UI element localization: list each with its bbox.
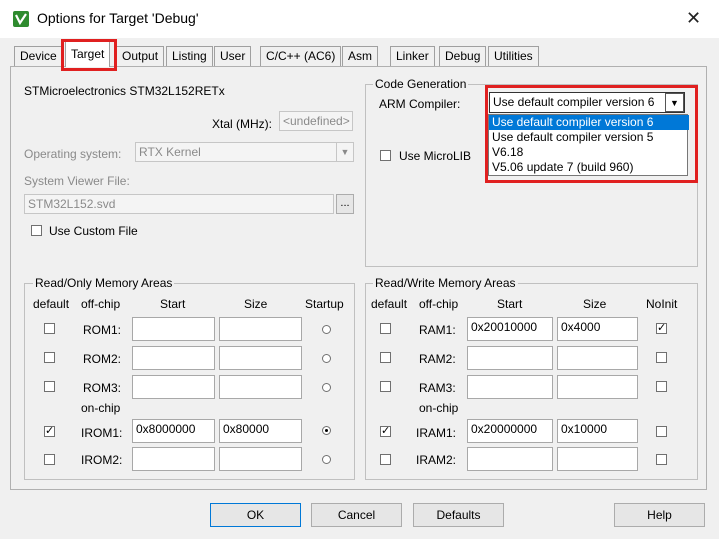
tab-user[interactable]: User xyxy=(214,46,252,66)
ro-memory-title: Read/Only Memory Areas xyxy=(33,276,175,290)
ro-size-input[interactable] xyxy=(219,375,302,399)
use-microlib-label: Use MicroLIB xyxy=(399,149,472,163)
ro-row-name: IROM1: xyxy=(81,426,123,440)
defaults-button[interactable]: Defaults xyxy=(413,503,504,527)
tab-listing[interactable]: Listing xyxy=(166,46,213,66)
rw-noinit-checkbox[interactable] xyxy=(656,454,667,465)
rw-row-name: RAM3: xyxy=(419,381,456,395)
ro-header-default: default xyxy=(33,297,70,311)
code-generation-title: Code Generation xyxy=(373,77,469,91)
tab-debug[interactable]: Debug xyxy=(439,46,487,66)
rw-size-input[interactable] xyxy=(557,375,638,399)
rw-onchip-label: on-chip xyxy=(419,401,459,415)
ro-default-checkbox[interactable] xyxy=(44,323,55,334)
rw-header-default: default xyxy=(371,297,408,311)
rw-header-start: Start xyxy=(497,297,523,311)
ro-onchip-label: on-chip xyxy=(81,401,121,415)
rw-row-name: IRAM2: xyxy=(416,453,457,467)
ro-header-startup: Startup xyxy=(305,297,344,311)
os-select-value: RTX Kernel xyxy=(139,145,201,159)
ro-start-input[interactable] xyxy=(132,375,215,399)
ro-start-input[interactable] xyxy=(132,447,215,471)
tab-cc-ac6[interactable]: C/C++ (AC6) xyxy=(260,46,342,66)
rw-header-offchip: off-chip xyxy=(419,297,459,311)
ro-row-name: ROM2: xyxy=(83,352,122,366)
rw-start-input[interactable]: 0x20000000 xyxy=(467,419,553,443)
os-label: Operating system: xyxy=(24,147,122,161)
ro-header-start: Start xyxy=(160,297,186,311)
ro-size-input[interactable]: 0x80000 xyxy=(219,419,302,443)
device-name: STMicroelectronics STM32L152RETx xyxy=(24,84,225,98)
rw-default-checkbox[interactable] xyxy=(380,454,391,465)
rw-row-name: RAM1: xyxy=(419,323,456,337)
ro-startup-radio[interactable] xyxy=(322,426,331,435)
rw-start-input[interactable] xyxy=(467,375,553,399)
ro-row-name: ROM3: xyxy=(83,381,122,395)
tab-linker[interactable]: Linker xyxy=(390,46,435,66)
title-bar: Options for Target 'Debug' ✕ xyxy=(0,0,719,38)
rw-default-checkbox[interactable] xyxy=(380,381,391,392)
rw-default-checkbox[interactable] xyxy=(380,352,391,363)
rw-header-noinit: NoInit xyxy=(646,297,678,311)
tab-utilities[interactable]: Utilities xyxy=(488,46,539,66)
tab-asm[interactable]: Asm xyxy=(342,46,378,66)
compiler-highlight-box xyxy=(485,85,698,183)
os-select[interactable]: RTX Kernel ▼ xyxy=(135,142,354,162)
ro-start-input[interactable] xyxy=(132,317,215,341)
use-custom-file-checkbox[interactable] xyxy=(31,225,42,236)
rw-noinit-checkbox[interactable] xyxy=(656,352,667,363)
ro-size-input[interactable] xyxy=(219,447,302,471)
use-microlib-checkbox[interactable] xyxy=(380,150,391,161)
ro-header-offchip: off-chip xyxy=(81,297,121,311)
rw-default-checkbox[interactable] xyxy=(380,323,391,334)
svf-label: System Viewer File: xyxy=(24,174,130,188)
ro-startup-radio[interactable] xyxy=(322,383,331,392)
close-icon[interactable]: ✕ xyxy=(686,8,701,29)
rw-start-input[interactable] xyxy=(467,447,553,471)
rw-default-checkbox[interactable]: ✓ xyxy=(380,426,391,437)
use-custom-file-label: Use Custom File xyxy=(49,224,138,238)
ro-start-input[interactable] xyxy=(132,346,215,370)
rw-header-size: Size xyxy=(583,297,607,311)
tab-device[interactable]: Device xyxy=(14,46,63,66)
ro-startup-radio[interactable] xyxy=(322,325,331,334)
cancel-button[interactable]: Cancel xyxy=(311,503,402,527)
rw-size-input[interactable]: 0x10000 xyxy=(557,419,638,443)
rw-row-name: IRAM1: xyxy=(416,426,457,440)
rw-noinit-checkbox[interactable]: ✓ xyxy=(656,323,667,334)
rw-memory-title: Read/Write Memory Areas xyxy=(373,276,518,290)
xtal-label: Xtal (MHz): xyxy=(212,117,272,131)
rw-size-input[interactable]: 0x4000 xyxy=(557,317,638,341)
ok-button[interactable]: OK xyxy=(210,503,301,527)
ro-size-input[interactable] xyxy=(219,346,302,370)
ro-startup-radio[interactable] xyxy=(322,455,331,464)
rw-noinit-checkbox[interactable] xyxy=(656,426,667,437)
uvision-icon xyxy=(13,11,29,27)
svf-input[interactable]: STM32L152.svd xyxy=(24,194,334,214)
help-button[interactable]: Help xyxy=(614,503,705,527)
arm-compiler-label: ARM Compiler: xyxy=(379,97,461,111)
tab-output[interactable]: Output xyxy=(116,46,165,66)
rw-start-input[interactable]: 0x20010000 xyxy=(467,317,553,341)
rw-noinit-checkbox[interactable] xyxy=(656,381,667,392)
ro-size-input[interactable] xyxy=(219,317,302,341)
rw-start-input[interactable] xyxy=(467,346,553,370)
ro-default-checkbox[interactable] xyxy=(44,454,55,465)
chevron-down-icon: ▼ xyxy=(336,143,353,161)
xtal-input[interactable]: <undefined> xyxy=(279,111,353,131)
ro-default-checkbox[interactable] xyxy=(44,381,55,392)
tab-highlight-box xyxy=(61,39,117,71)
rw-size-input[interactable] xyxy=(557,447,638,471)
ro-startup-radio[interactable] xyxy=(322,354,331,363)
ro-header-size: Size xyxy=(244,297,268,311)
rw-row-name: RAM2: xyxy=(419,352,456,366)
browse-button[interactable]: ... xyxy=(336,194,354,214)
window-title: Options for Target 'Debug' xyxy=(37,10,199,26)
ro-default-checkbox[interactable] xyxy=(44,352,55,363)
ro-row-name: ROM1: xyxy=(83,323,122,337)
ro-default-checkbox[interactable]: ✓ xyxy=(44,426,55,437)
ro-start-input[interactable]: 0x8000000 xyxy=(132,419,215,443)
rw-size-input[interactable] xyxy=(557,346,638,370)
ro-row-name: IROM2: xyxy=(81,453,123,467)
